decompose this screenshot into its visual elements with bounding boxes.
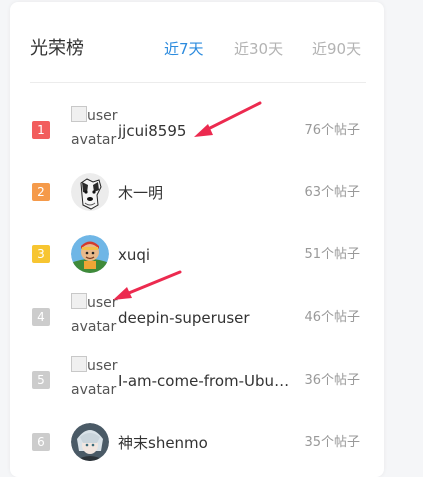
rank-badge: 1: [32, 121, 50, 139]
rank-badge: 4: [32, 308, 50, 326]
username-link[interactable]: xuqi: [118, 244, 293, 266]
avatar[interactable]: [71, 173, 109, 211]
post-count: 51个帖子: [304, 247, 360, 262]
broken-image-icon: [71, 106, 87, 122]
username-link[interactable]: jjcui8595: [118, 120, 293, 142]
leaderboard-card: 光荣榜 近7天 近30天 近90天 1 user avatar jjcui859…: [10, 2, 384, 477]
post-count: 36个帖子: [304, 373, 360, 388]
avatar[interactable]: user avatar: [71, 354, 121, 412]
avatar[interactable]: [71, 423, 109, 461]
username-link[interactable]: I-am-come-from-Ubuntu: [118, 370, 291, 392]
avatar[interactable]: [71, 235, 109, 273]
cartoon-avatar-image: [71, 235, 109, 273]
rank-badge: 3: [32, 245, 50, 263]
list-item: 2 木一明 63个帖子: [10, 170, 384, 214]
rank-badge: 2: [32, 183, 50, 201]
dog-avatar-image: [71, 173, 109, 211]
post-count: 63个帖子: [304, 185, 360, 200]
username-link[interactable]: 木一明: [118, 182, 293, 204]
list-item: 5 user avatar I-am-come-from-Ubuntu 36个帖…: [10, 356, 384, 402]
rank-list: 1 user avatar jjcui8595 76个帖子 2 木一明 63个帖…: [10, 2, 384, 467]
list-item: 1 user avatar jjcui8595 76个帖子: [10, 106, 384, 152]
username-link[interactable]: deepin-superuser: [118, 307, 293, 329]
broken-image-icon: [71, 293, 87, 309]
rank-badge: 6: [32, 433, 50, 451]
broken-image-icon: [71, 356, 87, 372]
post-count: 46个帖子: [304, 310, 360, 325]
avatar[interactable]: user avatar: [71, 291, 121, 349]
username-link[interactable]: 神末shenmo: [118, 432, 293, 454]
post-count: 76个帖子: [304, 123, 360, 138]
rank-badge: 5: [32, 371, 50, 389]
list-item: 4 user avatar deepin-superuser 46个帖子: [10, 293, 384, 339]
anime-avatar-image: [71, 423, 109, 461]
post-count: 35个帖子: [304, 435, 360, 450]
list-item: 3 xuqi 51个帖子: [10, 232, 384, 276]
list-item: 6 神末shenmo 35个帖子: [10, 420, 384, 464]
avatar[interactable]: user avatar: [71, 104, 121, 162]
